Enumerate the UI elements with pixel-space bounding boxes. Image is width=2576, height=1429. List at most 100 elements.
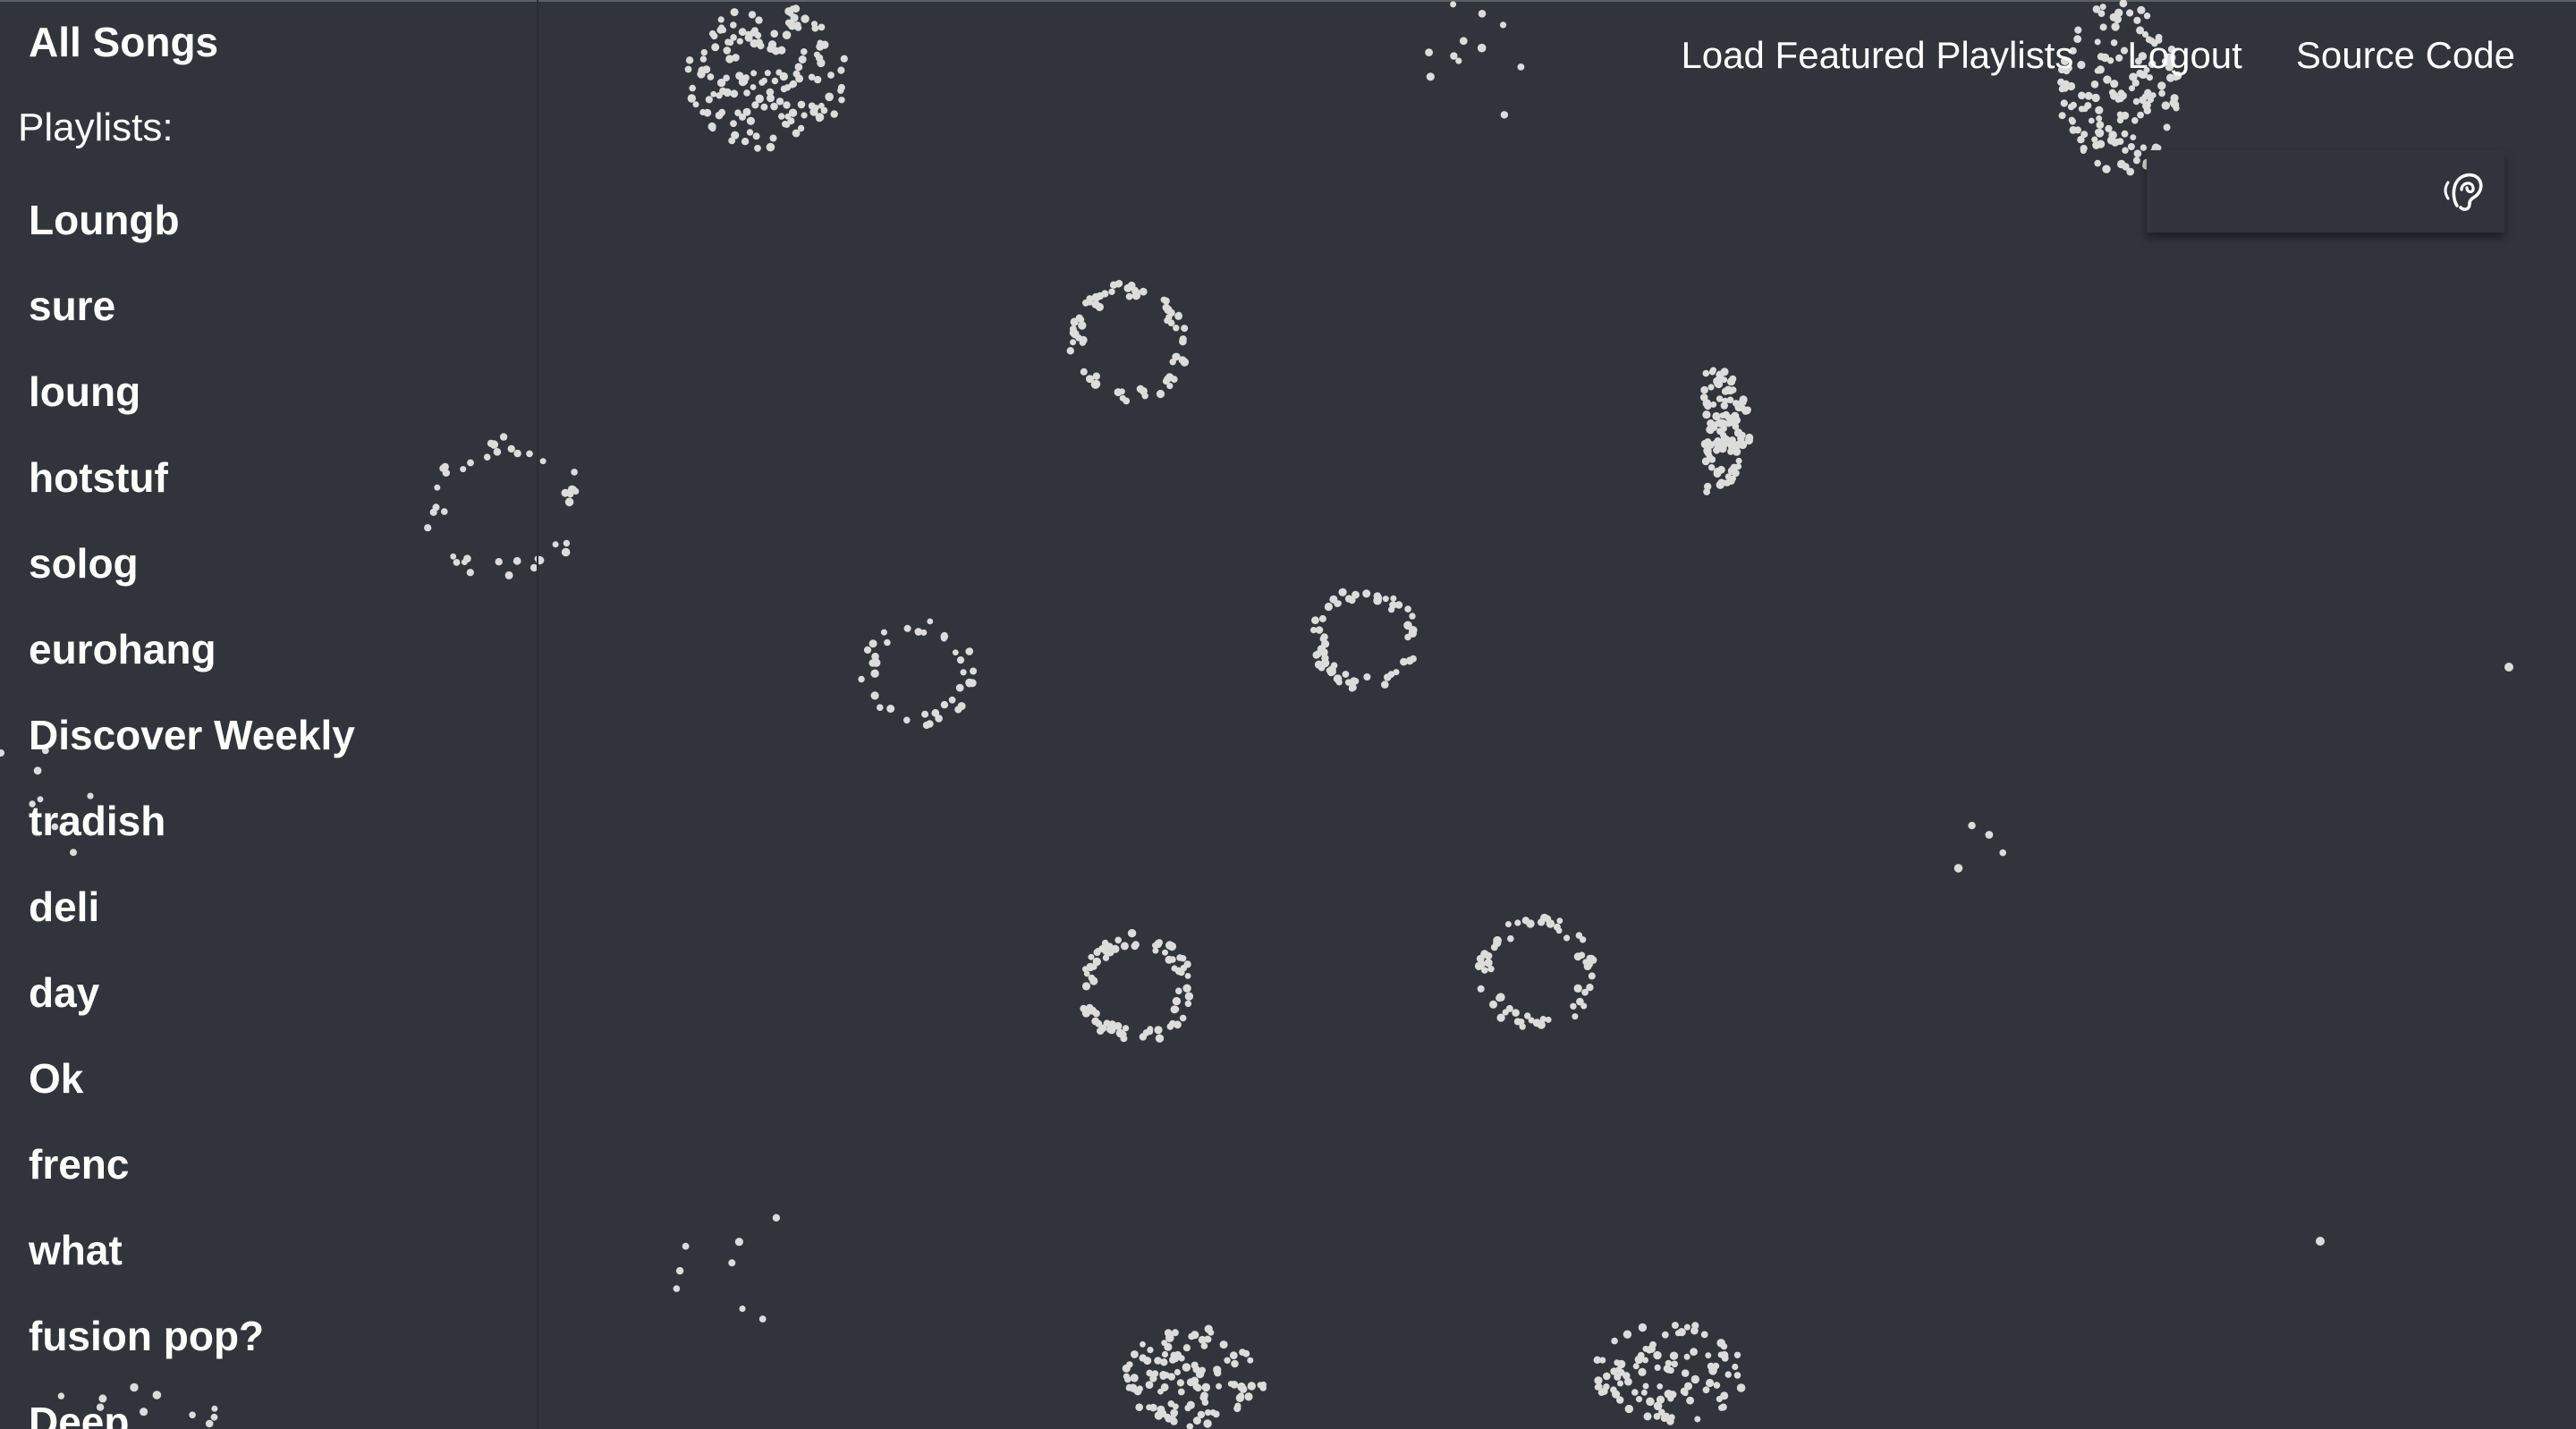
- song-dot: [1184, 973, 1191, 979]
- song-dot: [903, 624, 911, 632]
- song-dot: [1162, 377, 1170, 385]
- song-dot: [1727, 439, 1734, 447]
- song-dot: [1738, 398, 1747, 407]
- song-dot: [1152, 947, 1159, 954]
- song-dot: [675, 1266, 684, 1275]
- song-dot: [2161, 101, 2170, 110]
- song-dot: [2163, 123, 2171, 131]
- playlist-item[interactable]: hotstuf: [29, 452, 355, 538]
- song-dot: [1701, 457, 1710, 466]
- playlist-item[interactable]: fusion pop?: [29, 1311, 355, 1397]
- playlist-item[interactable]: loung: [29, 367, 355, 452]
- song-dot: [730, 89, 739, 98]
- song-dot: [1720, 1350, 1729, 1360]
- song-dot: [1513, 1018, 1521, 1026]
- song-dot: [813, 51, 820, 58]
- playlist-item[interactable]: sure: [29, 281, 355, 367]
- song-dot: [782, 121, 789, 128]
- song-dot: [760, 103, 768, 111]
- song-dot: [1151, 1370, 1159, 1377]
- logout-link[interactable]: Logout: [2127, 34, 2241, 77]
- song-dot: [1086, 1003, 1094, 1011]
- song-dot: [1723, 479, 1731, 486]
- song-dot: [2133, 16, 2141, 24]
- song-dot: [1081, 982, 1091, 991]
- song-dot: [1704, 482, 1712, 491]
- song-dot: [1968, 822, 1976, 830]
- playlist-item[interactable]: day: [29, 968, 355, 1053]
- song-dot: [1727, 419, 1735, 427]
- song-dot: [1164, 317, 1171, 324]
- song-dot: [1726, 377, 1736, 386]
- song-dot: [2140, 144, 2148, 151]
- song-dot: [877, 704, 884, 711]
- playlist-item[interactable]: Deep: [29, 1397, 355, 1429]
- song-dot: [1154, 1026, 1163, 1035]
- song-dot: [2069, 118, 2076, 125]
- song-dot: [1227, 1381, 1234, 1387]
- song-dot: [1702, 410, 1711, 419]
- song-dot: [869, 639, 877, 648]
- playlist-item[interactable]: tradish: [29, 796, 355, 882]
- song-dot: [966, 647, 973, 655]
- song-dot: [2080, 144, 2088, 153]
- song-dot: [1738, 440, 1748, 450]
- playlist-item[interactable]: what: [29, 1225, 355, 1311]
- song-dot: [740, 77, 749, 86]
- song-dot: [1406, 656, 1413, 664]
- song-dot: [755, 94, 764, 104]
- song-dot: [1161, 1340, 1168, 1347]
- song-dot: [801, 14, 809, 23]
- song-dot: [1683, 1323, 1690, 1331]
- source-code-link[interactable]: Source Code: [2296, 34, 2515, 77]
- song-dot: [1178, 356, 1187, 364]
- song-dot: [1572, 1013, 1579, 1020]
- song-dot: [825, 92, 834, 102]
- song-dot: [567, 485, 577, 495]
- playlist-item[interactable]: Loungb: [29, 195, 355, 281]
- song-dot: [1740, 405, 1747, 412]
- song-dot: [1455, 57, 1462, 64]
- all-songs-link[interactable]: All Songs: [29, 18, 218, 66]
- song-dot: [1702, 1386, 1710, 1394]
- playlist-item[interactable]: eurohang: [29, 624, 355, 710]
- playlist-item[interactable]: Ok: [29, 1053, 355, 1139]
- playlist-item[interactable]: deli: [29, 882, 355, 968]
- song-dot: [755, 16, 763, 24]
- song-dot: [1335, 679, 1343, 686]
- song-dot: [2131, 117, 2139, 124]
- song-dot: [1182, 984, 1191, 993]
- song-dot: [952, 649, 959, 655]
- song-dot: [1720, 1342, 1728, 1350]
- ear-icon[interactable]: [2442, 166, 2492, 216]
- song-dot: [1175, 987, 1182, 994]
- song-dot: [801, 48, 808, 55]
- song-dot: [2110, 80, 2119, 89]
- playlist-item[interactable]: frenc: [29, 1139, 355, 1225]
- playlist-item[interactable]: Discover Weekly: [29, 710, 355, 796]
- song-dot: [743, 89, 750, 97]
- song-dot: [1489, 1000, 1497, 1009]
- song-dot: [1178, 1355, 1185, 1362]
- playlist-item[interactable]: solog: [29, 538, 355, 624]
- song-dot: [1326, 667, 1333, 674]
- song-dot: [1184, 992, 1194, 1001]
- search-input[interactable]: [2157, 165, 2447, 220]
- song-dot: [903, 716, 911, 724]
- song-dot: [2074, 26, 2082, 34]
- song-dot: [1091, 1017, 1100, 1026]
- song-dot: [871, 658, 881, 667]
- song-dot: [1643, 1412, 1652, 1421]
- song-dot: [1684, 1382, 1692, 1391]
- song-dot: [1216, 1382, 1223, 1390]
- song-dot: [1623, 1330, 1632, 1339]
- song-dot: [775, 97, 784, 106]
- song-dot: [1710, 401, 1717, 408]
- song-dot: [1426, 72, 1435, 81]
- song-dot: [728, 137, 736, 145]
- song-dot: [1182, 1363, 1191, 1372]
- load-featured-playlists-link[interactable]: Load Featured Playlists: [1681, 34, 2073, 77]
- song-dot: [1179, 335, 1187, 343]
- song-dot: [1154, 1411, 1164, 1420]
- song-dot: [1724, 1371, 1732, 1378]
